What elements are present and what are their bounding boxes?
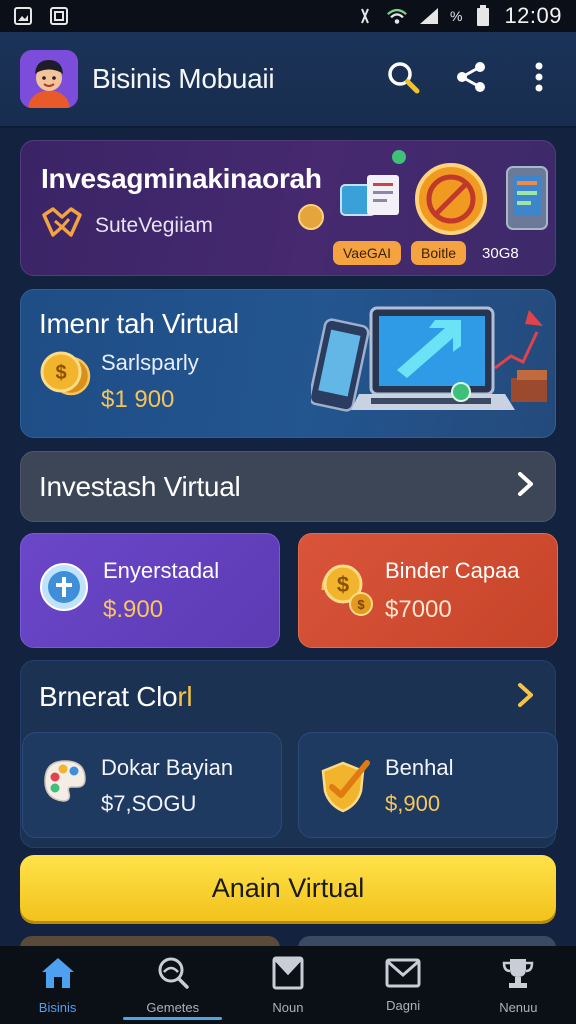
- search-icon: [386, 60, 420, 99]
- nav-label: Noun: [272, 1000, 304, 1015]
- app-title: Bisinis Mobuaii: [92, 63, 275, 94]
- nav-label: Nenuu: [499, 1000, 538, 1015]
- hero-title: Invesagminakinaorah: [41, 163, 322, 194]
- benhal-tile[interactable]: Benhal $,900: [298, 732, 558, 838]
- bottom-nav: Bisinis Gemetes Noun Dagni Nenuu: [0, 946, 576, 1024]
- enyerstadal-tile[interactable]: Enyerstadal $.900: [20, 533, 280, 648]
- sub-tile-value: $,900: [385, 791, 441, 816]
- nav-item-nenuu[interactable]: Nenuu: [461, 946, 576, 1024]
- hero-tag-plain: 30G8: [482, 244, 519, 262]
- promo-title: Imenr tah Virtual: [39, 308, 239, 339]
- image-notification-icon: [12, 6, 34, 26]
- promo-subtitle: Sarlsparly: [101, 350, 199, 375]
- nav-label: Bisinis: [38, 1000, 77, 1015]
- handshake-icon: [41, 205, 83, 246]
- shield-check-icon: [317, 757, 373, 818]
- hero-illustration: [298, 150, 548, 235]
- share-icon: [454, 60, 488, 99]
- battery-percent: %: [449, 8, 463, 24]
- palette-icon: [41, 757, 89, 810]
- more-options-button[interactable]: [520, 60, 558, 98]
- chevron-right-icon: [515, 471, 537, 502]
- dokar-bayian-tile[interactable]: Dokar Bayian $7,SOGU: [22, 732, 282, 838]
- sub-tile-label: Benhal: [385, 755, 454, 780]
- hero-card[interactable]: Invesagminakinaorah SuteVegiiam VaeGAI B…: [20, 140, 556, 276]
- share-button[interactable]: [452, 60, 490, 98]
- dollar-coins-icon: $ $: [317, 562, 377, 623]
- status-time: 12:09: [504, 3, 562, 28]
- hero-tag[interactable]: Boitle: [411, 241, 467, 265]
- tile-label: Binder Capaa: [385, 558, 520, 583]
- nav-item-noun[interactable]: Noun: [230, 946, 345, 1024]
- gold-coins-icon: $: [39, 350, 95, 403]
- svg-text:$: $: [55, 362, 66, 384]
- sub-tile-value: $7,SOGU: [101, 791, 197, 816]
- chevron-right-icon[interactable]: [515, 682, 537, 713]
- promo-card[interactable]: Imenr tah Virtual $ Sarlsparly $1 900: [20, 289, 556, 438]
- svg-text:$: $: [337, 572, 349, 597]
- signal-icon: [418, 6, 440, 26]
- tile-label: Enyerstadal: [103, 558, 220, 583]
- avatar[interactable]: [20, 50, 78, 108]
- nav-item-dagni[interactable]: Dagni: [346, 946, 461, 1024]
- sub-tile-label: Dokar Bayian: [101, 755, 234, 780]
- hero-subtitle: SuteVegiiam: [95, 213, 213, 237]
- nav-underline: [123, 1017, 223, 1020]
- anain-virtual-button[interactable]: Anain Virtual: [20, 855, 556, 921]
- wifi-icon: [386, 6, 408, 26]
- investash-virtual-row[interactable]: Investash Virtual: [20, 451, 556, 522]
- status-bar: % 12:09: [0, 0, 576, 32]
- trophy-icon: [500, 955, 536, 996]
- home-icon: [39, 955, 77, 996]
- tile-value: $7000: [385, 596, 452, 623]
- bookmark-icon: [271, 955, 305, 996]
- row-banner-title: Investash Virtual: [39, 470, 241, 502]
- section-title: Brnerat Clorl: [39, 681, 193, 712]
- hero-tag[interactable]: VaeGAI: [333, 241, 401, 265]
- gallery-notification-icon: [48, 6, 70, 26]
- plus-coin-icon: [39, 562, 89, 617]
- tile-value: $.900: [103, 596, 164, 623]
- promo-amount: $1 900: [101, 386, 175, 413]
- search-button[interactable]: [384, 60, 422, 98]
- laptop-phone-illustration: [311, 306, 547, 412]
- binder-capaa-tile[interactable]: $ $ Binder Capaa $7000: [298, 533, 558, 648]
- search-icon: [155, 955, 191, 996]
- nav-item-bisinis[interactable]: Bisinis: [0, 946, 115, 1024]
- mail-icon: [384, 957, 422, 994]
- svg-text:$: $: [357, 597, 365, 612]
- battery-icon: [472, 5, 494, 26]
- app-bar: Bisinis Mobuaii: [0, 32, 576, 128]
- more-vertical-icon: [534, 62, 544, 97]
- nav-label: Gemetes: [146, 1000, 200, 1015]
- nav-item-gemetes[interactable]: Gemetes: [115, 946, 230, 1024]
- nav-label: Dagni: [386, 998, 421, 1013]
- vibrate-icon: [354, 6, 376, 26]
